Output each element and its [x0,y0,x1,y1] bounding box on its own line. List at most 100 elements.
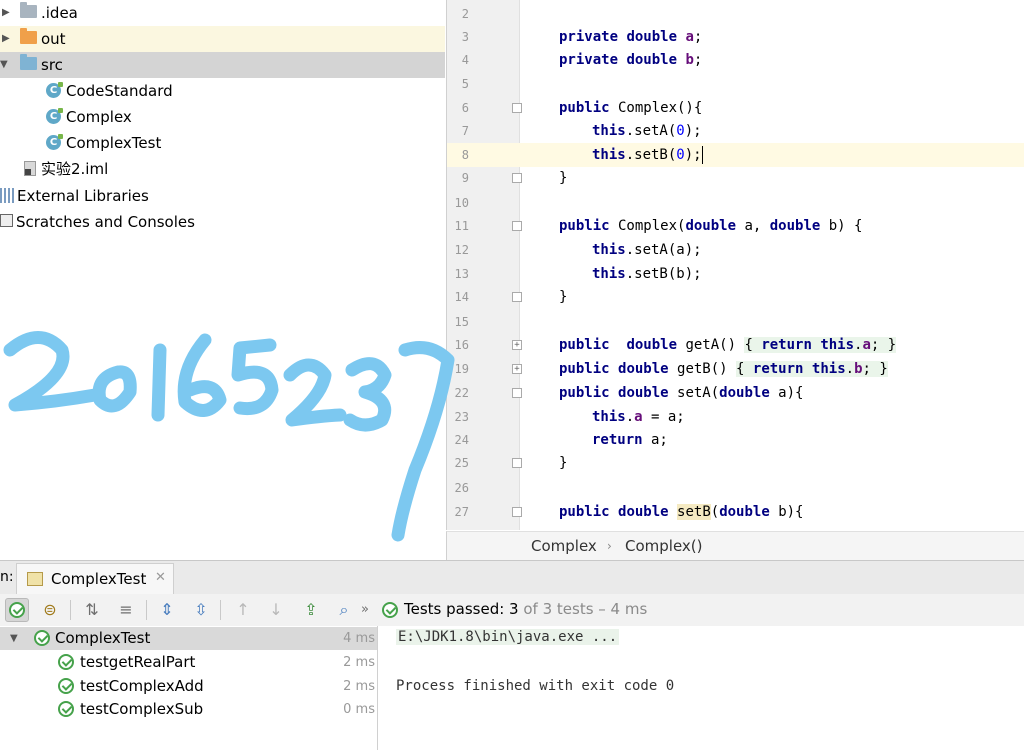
tree-item-iml[interactable]: 实验2.iml [0,156,445,182]
chevron-right-icon[interactable]: ▶ [2,26,10,52]
tree-item-label: Complex [66,108,132,126]
folder-icon [20,54,37,70]
tree-item-label: CodeStandard [66,82,173,100]
line-number: 23 [454,410,469,424]
close-icon[interactable]: ✕ [155,570,166,585]
breadcrumb-item-class[interactable]: Complex [531,532,597,561]
tree-item-label: External Libraries [17,187,149,205]
fold-marker-icon[interactable]: + [512,340,522,350]
show-ignored-icon[interactable]: ⊜ [38,598,62,622]
code-line[interactable]: 19 + public double getB() { return this.b;… [447,357,1024,381]
test-duration: 2 ms [343,655,375,670]
previous-failed-test-icon[interactable]: ↑ [231,598,255,622]
code-text: this.setB(0); [592,146,703,164]
code-line[interactable]: 13 this.setB(b); [447,262,1024,286]
code-line[interactable]: 10 [447,191,1024,215]
code-line[interactable]: 5 [447,72,1024,96]
collapse-all-icon[interactable]: ⇳ [189,598,213,622]
line-number: 24 [454,433,469,447]
expand-all-icon[interactable]: ⇕ [155,598,179,622]
run-tool-window-header: n: ComplexTest ✕ [0,560,1024,595]
code-line[interactable]: 3 private double a; [447,25,1024,49]
breadcrumb-item-method[interactable]: Complex() [625,532,703,561]
code-line[interactable]: 4 private double b; [447,48,1024,72]
fold-marker-icon[interactable]: + [512,364,522,374]
code-text: public double getA() { return this.a; } [559,337,897,353]
tree-item-scratches[interactable]: Scratches and Consoles [0,209,445,235]
code-line[interactable]: 9} [447,166,1024,190]
fold-marker-icon[interactable] [512,103,522,113]
code-line[interactable]: 16 + public double getA() { return this.a;… [447,333,1024,357]
line-number: 26 [454,481,469,495]
folder-icon [20,2,37,18]
fold-marker-icon[interactable] [512,221,522,231]
show-passed-button[interactable] [5,598,29,622]
test-row[interactable]: testComplexAdd 2 ms [0,675,377,698]
tree-item-external-libraries[interactable]: External Libraries [0,183,445,209]
chevron-down-icon[interactable]: ▼ [0,52,8,78]
tree-item-complextest[interactable]: C ComplexTest [0,130,445,156]
code-line[interactable]: 26 [447,476,1024,500]
tree-item-idea[interactable]: ▶ .idea [0,0,445,26]
run-config-icon [27,572,43,586]
java-class-icon: C [46,82,63,98]
code-text: } [559,170,568,186]
project-tree-panel: ▶ .idea ▶ out ▼ src C CodeStandard C Com… [0,0,445,560]
code-line[interactable]: 8 this.setB(0); [447,143,1024,167]
code-line[interactable]: 24 return a; [447,428,1024,452]
test-passed-icon [34,630,50,646]
import-tests-icon[interactable]: ⌕ [332,598,356,622]
code-line[interactable]: 22 public double setA(double a){ [447,381,1024,405]
fold-marker-icon[interactable] [512,458,522,468]
chevron-right-icon[interactable]: ▶ [2,0,10,26]
line-number: 16 [454,338,469,352]
code-text: public Complex(){ [559,100,703,116]
console-output[interactable]: E:\JDK1.8\bin\java.exe ... Process finis… [378,626,1024,750]
test-name: testComplexSub [80,700,204,718]
test-row-suite[interactable]: ▼ ComplexTest 4 ms [0,627,377,650]
tree-item-label: ComplexTest [66,134,162,152]
export-results-icon[interactable]: ⇪ [299,598,323,622]
test-row[interactable]: testgetRealPart 2 ms [0,651,377,674]
code-line[interactable]: 12 this.setA(a); [447,238,1024,262]
console-exit-line: Process finished with exit code 0 [396,678,675,694]
more-chevron-icon[interactable]: » [358,598,372,622]
code-line[interactable]: 14} [447,285,1024,309]
code-line[interactable]: 7 this.setA(0); [447,119,1024,143]
status-passed-text: Tests passed: 3 [404,600,519,618]
code-text: public double setA(double a){ [559,385,804,401]
chevron-down-icon[interactable]: ▼ [10,627,18,650]
scratches-icon [0,214,13,227]
sort-by-duration-icon[interactable]: ≡ [114,598,138,622]
code-line[interactable]: 27 public double setB(double b){ [447,500,1024,524]
status-detail-text: of 3 tests – 4 ms [518,600,648,618]
run-tab-complextest[interactable]: ComplexTest ✕ [16,563,174,595]
code-editor[interactable]: 2 3 private double a; 4 private double b; 5 6 p… [446,0,1024,530]
fold-marker-icon[interactable] [512,388,522,398]
fold-marker-icon[interactable] [512,507,522,517]
java-class-icon: C [46,134,63,150]
line-number: 14 [454,290,469,304]
tree-item-src[interactable]: ▼ src [0,52,445,78]
line-number: 7 [461,124,469,138]
tree-item-complex[interactable]: C Complex [0,104,445,130]
sort-alphabetically-icon[interactable]: ⇅ [80,598,104,622]
code-text: public double setB(double b){ [559,504,804,520]
code-line[interactable]: 11 public Complex(double a, double b) { [447,214,1024,238]
line-number: 22 [454,386,469,400]
tree-item-codestandard[interactable]: C CodeStandard [0,78,445,104]
code-line[interactable]: 2 [447,2,1024,26]
code-line[interactable]: 23 this.a = a; [447,405,1024,429]
test-row[interactable]: testComplexSub 0 ms [0,698,377,721]
fold-marker-icon[interactable] [512,292,522,302]
fold-marker-icon[interactable] [512,173,522,183]
code-line[interactable]: 15 [447,310,1024,334]
line-number: 4 [461,53,469,67]
tree-item-out[interactable]: ▶ out [0,26,445,52]
code-text: private double b; [559,52,703,68]
chevron-right-icon: › [607,539,612,553]
next-failed-test-icon[interactable]: ↓ [264,598,288,622]
code-text: public Complex(double a, double b) { [559,218,863,234]
code-line[interactable]: 6 public Complex(){ [447,96,1024,120]
code-line[interactable]: 25} [447,451,1024,475]
